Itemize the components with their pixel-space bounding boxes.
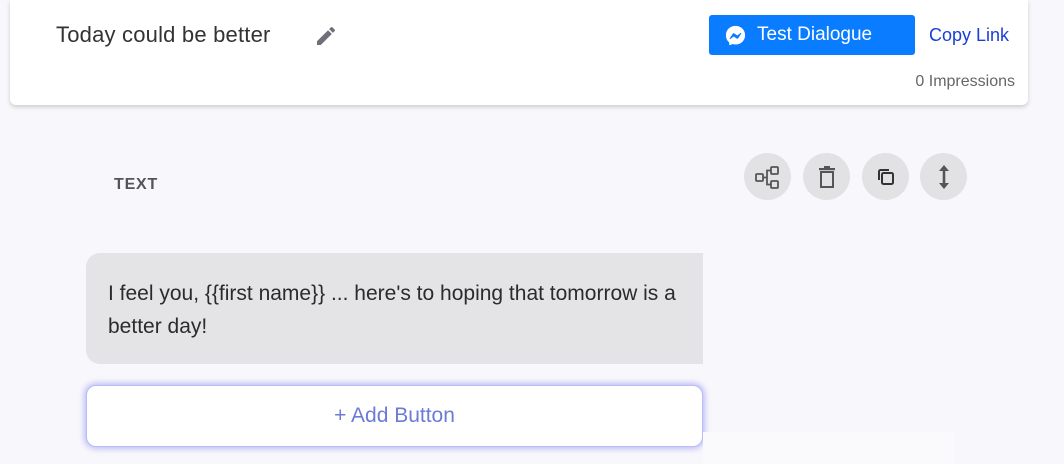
message-text[interactable]: I feel you, {{first name}} ... here's to… [108,277,688,343]
dialogue-title[interactable]: Today could be better [56,22,271,48]
duplicate-icon [877,168,894,185]
messenger-icon [725,25,746,46]
trash-icon [818,165,835,188]
flow-diagram-icon [754,165,779,189]
resize-button[interactable] [920,153,967,200]
delete-button[interactable] [803,153,850,200]
side-panel [703,432,955,464]
duplicate-button[interactable] [862,153,909,200]
add-button[interactable]: + Add Button [86,385,703,447]
copy-link[interactable]: Copy Link [929,25,1009,46]
message-bubble[interactable]: I feel you, {{first name}} ... here's to… [86,253,703,364]
impressions-count: 0 Impressions [915,73,1015,90]
test-dialogue-label: Test Dialogue [757,24,873,45]
pencil-icon[interactable] [314,24,338,48]
resize-vertical-icon [938,164,949,189]
test-dialogue-button[interactable]: Test Dialogue [709,15,915,55]
connect-flow-button[interactable] [744,153,791,200]
block-type-label: TEXT [114,176,159,193]
dialogue-header: Today could be better Test Dialogue Copy… [10,0,1028,105]
